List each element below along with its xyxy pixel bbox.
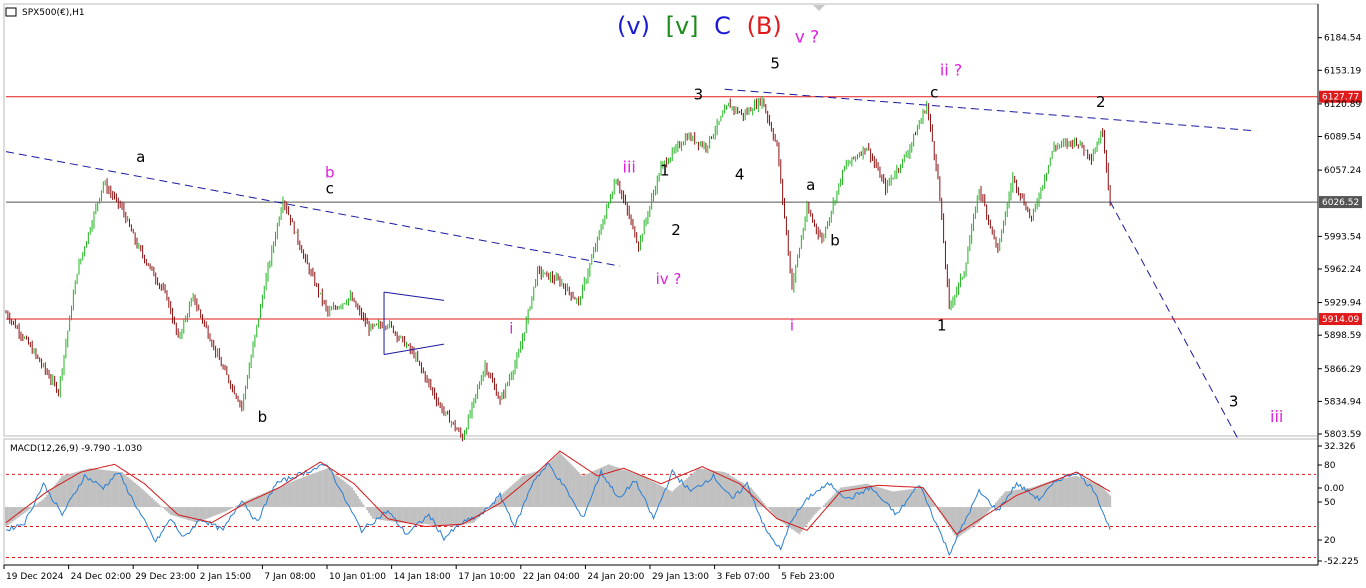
wave-label: 1 <box>660 162 670 180</box>
wave-label: 3 <box>694 86 704 104</box>
x-tick-label: 17 Jan 10:00 <box>458 572 515 582</box>
x-tick-label: 7 Jan 08:00 <box>264 572 316 582</box>
wave-label: iii <box>1270 407 1283 426</box>
y-tick-label: 6120.89 <box>1324 100 1361 110</box>
y-tick-label: 6057.24 <box>1324 166 1361 176</box>
title-part-b: (B) <box>747 12 782 40</box>
y-tick-label: 6153.19 <box>1324 66 1361 76</box>
price-tag-label: 6026.52 <box>1322 198 1359 208</box>
macd-y-tick-label: 0.00 <box>1324 484 1344 494</box>
wave-label: a <box>136 148 145 166</box>
x-tick-label: 2 Jan 15:00 <box>200 572 252 582</box>
wave-title: (v) [v] C (B) <box>617 12 782 40</box>
wave-label: c <box>930 84 938 102</box>
x-tick-label: 3 Feb 07:00 <box>717 572 771 582</box>
wave-label: i <box>509 320 513 338</box>
macd-y-tick-label: 50 <box>1324 498 1336 508</box>
wave-label: 3 <box>1229 393 1239 411</box>
wave-label: 4 <box>735 166 745 184</box>
wave-label: ii ? <box>940 61 962 80</box>
y-tick-label: 5803.59 <box>1324 430 1361 440</box>
price-panel <box>3 3 1319 437</box>
wave-label: 2 <box>671 221 681 239</box>
price-tag: 5914.09 <box>1319 313 1362 326</box>
title-part-c: C <box>714 12 731 40</box>
macd-y-tick-label: 32.326 <box>1324 442 1356 452</box>
wave-label: i <box>790 317 794 335</box>
wave-label: b <box>258 408 268 426</box>
y-tick-label: 5866.29 <box>1324 365 1361 375</box>
wave-label: 5 <box>770 54 780 72</box>
x-tick-label: 24 Jan 20:00 <box>587 572 644 582</box>
x-tick-label: 29 Jan 13:00 <box>652 572 709 582</box>
x-tick-label: 24 Dec 02:00 <box>71 572 132 582</box>
chart-window: 6127.77 6026.52 5914.09 6184.54 6153.19 6120.… <box>0 0 1366 588</box>
chart-canvas[interactable]: 6127.776026.525914.096184.546153.196120.… <box>0 0 1366 588</box>
price-tag: 6026.52 <box>1319 196 1362 209</box>
wave-label: iii <box>623 157 636 176</box>
macd-label: MACD(12,26,9) -9.790 -1.030 <box>10 444 142 454</box>
wave-label: 2 <box>1096 93 1106 111</box>
wave-label: 1 <box>937 317 947 335</box>
y-tick-label: 5962.24 <box>1324 265 1361 275</box>
wave-label: b <box>830 231 840 249</box>
price-tag-label: 5914.09 <box>1322 315 1359 325</box>
title-part-v-minor: (v) <box>617 12 650 40</box>
wave-label: iv ? <box>656 270 682 288</box>
x-tick-label: 5 Feb 23:00 <box>781 572 835 582</box>
y-tick-label: 6184.54 <box>1324 34 1361 44</box>
x-tick-label: 14 Jan 18:00 <box>394 572 451 582</box>
wave-label: a <box>806 176 815 194</box>
y-tick-label: 5834.94 <box>1324 397 1361 407</box>
macd-y-tick-label: 20 <box>1324 536 1336 546</box>
x-tick-label: 10 Jan 01:00 <box>329 572 386 582</box>
symbol-label: SPX500(€),H1 <box>22 8 85 18</box>
x-tick-label: 22 Jan 04:00 <box>523 572 580 582</box>
x-tick-label: 19 Dec 2024 <box>6 572 64 582</box>
wave-label: v ? <box>795 27 820 47</box>
title-part-v-major: [v] <box>666 12 699 40</box>
y-tick-label: 5993.54 <box>1324 232 1361 242</box>
y-tick-label: 5929.94 <box>1324 299 1361 309</box>
macd-y-tick-label: -52.225 <box>1324 557 1359 567</box>
x-tick-label: 29 Dec 23:00 <box>135 572 196 582</box>
macd-y-tick-label: 80 <box>1324 461 1336 471</box>
y-tick-label: 6089.54 <box>1324 133 1361 143</box>
y-tick-label: 5898.59 <box>1324 331 1361 341</box>
wave-label: c <box>326 179 334 197</box>
